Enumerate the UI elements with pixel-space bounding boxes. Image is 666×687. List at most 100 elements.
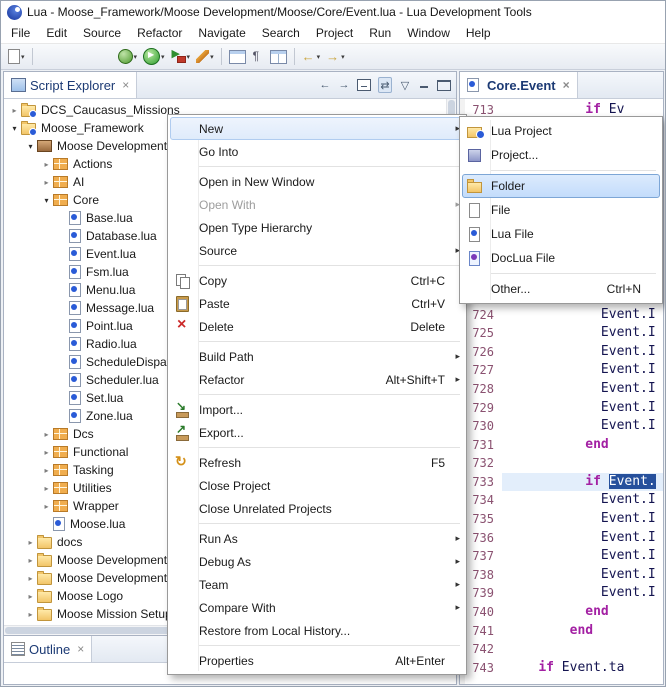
- tab-outline[interactable]: Outline ×: [4, 636, 92, 662]
- annotation-button[interactable]: ▾: [194, 46, 216, 67]
- menu-window[interactable]: Window: [399, 24, 458, 42]
- menu-item-source[interactable]: Source▸: [170, 239, 464, 262]
- tab-core-event[interactable]: Core.Event ×: [460, 72, 578, 98]
- submenu-item-lua-file[interactable]: Lua File: [462, 222, 660, 246]
- menu-item-import[interactable]: Import...: [170, 398, 464, 421]
- menu-item-close-unrelated-projects[interactable]: Close Unrelated Projects: [170, 497, 464, 520]
- menu-item-open-type-hierarchy[interactable]: Open Type Hierarchy: [170, 216, 464, 239]
- code-text: if Event.: [502, 473, 663, 492]
- menubar: FileEditSourceRefactorNavigateSearchProj…: [1, 23, 665, 44]
- new-document-button[interactable]: ▾: [6, 46, 27, 67]
- menu-item-copy[interactable]: CopyCtrl+C: [170, 269, 464, 292]
- expand-arrow-icon[interactable]: ▸: [24, 556, 37, 565]
- close-icon[interactable]: ×: [122, 78, 129, 92]
- expand-arrow-icon[interactable]: ▸: [24, 610, 37, 619]
- menu-separator: [199, 265, 460, 266]
- forward-arrow-button[interactable]: ▾: [324, 46, 347, 67]
- expand-arrow-icon[interactable]: ▸: [40, 430, 53, 439]
- grid-button[interactable]: [268, 46, 289, 67]
- menu-item-open-in-new-window[interactable]: Open in New Window: [170, 170, 464, 193]
- table-button[interactable]: [227, 46, 248, 67]
- menu-item-refactor[interactable]: RefactorAlt+Shift+T▸: [170, 368, 464, 391]
- link-with-editor-icon[interactable]: ⇄: [378, 77, 392, 93]
- menu-icon-slot: [173, 120, 193, 138]
- submenu-item-lua-project[interactable]: Lua Project: [462, 119, 660, 143]
- expand-arrow-icon[interactable]: ▸: [24, 574, 37, 583]
- menu-help[interactable]: Help: [458, 24, 499, 42]
- menu-item-team[interactable]: Team▸: [170, 573, 464, 596]
- submenu-item-folder[interactable]: Folder: [462, 174, 660, 198]
- run-button[interactable]: ▾: [141, 46, 167, 67]
- new-submenu: Lua Project Project... FolderFileLua FileD…: [459, 116, 663, 304]
- code-line: 731 end: [460, 436, 663, 455]
- editor-tabbar: Core.Event ×: [460, 72, 663, 99]
- collapse-arrow-icon[interactable]: ▾: [24, 142, 37, 151]
- code-line: 725 Event.I: [460, 324, 663, 343]
- paragraph-marks-button[interactable]: [250, 46, 266, 67]
- expand-arrow-icon[interactable]: ▸: [40, 160, 53, 169]
- menu-search[interactable]: Search: [254, 24, 308, 42]
- tab-script-explorer[interactable]: Script Explorer ×: [4, 72, 137, 98]
- menu-item-go-into[interactable]: Go Into: [170, 140, 464, 163]
- code-line: 736 Event.I: [460, 529, 663, 548]
- menu-icon-slot: [173, 576, 193, 594]
- external-tools-button[interactable]: ▾: [169, 46, 193, 67]
- submenu-item-doclua-file[interactable]: DocLua File: [462, 246, 660, 270]
- menu-item-export[interactable]: Export...: [170, 421, 464, 444]
- paste-icon: [173, 295, 193, 313]
- menu-project[interactable]: Project: [308, 24, 361, 42]
- expand-arrow-icon[interactable]: ▸: [40, 178, 53, 187]
- package-icon: [53, 464, 68, 476]
- expand-arrow-icon[interactable]: ▸: [24, 592, 37, 601]
- submenu-item-file[interactable]: File: [462, 198, 660, 222]
- expand-arrow-icon[interactable]: ▸: [24, 538, 37, 547]
- menu-item-label: Copy: [199, 274, 411, 288]
- collapse-arrow-icon[interactable]: ▾: [40, 196, 53, 205]
- menu-item-label: Import...: [199, 403, 461, 417]
- expand-arrow-icon[interactable]: ▸: [40, 502, 53, 511]
- debug-button[interactable]: ▾: [116, 46, 140, 67]
- menu-item-debug-as[interactable]: Debug As▸: [170, 550, 464, 573]
- close-icon[interactable]: ×: [563, 78, 570, 92]
- expand-arrow-icon[interactable]: ▸: [40, 466, 53, 475]
- menu-item-restore-from-local-history[interactable]: Restore from Local History...: [170, 619, 464, 642]
- menu-item-refresh[interactable]: RefreshF5: [170, 451, 464, 474]
- menu-item-label: Refactor: [199, 373, 386, 387]
- menu-navigate[interactable]: Navigate: [190, 24, 253, 42]
- back-icon[interactable]: ←: [319, 78, 331, 92]
- menu-source[interactable]: Source: [75, 24, 129, 42]
- submenu-item-project[interactable]: Project...: [462, 143, 660, 167]
- menu-edit[interactable]: Edit: [38, 24, 75, 42]
- menu-file[interactable]: File: [3, 24, 38, 42]
- menu-item-compare-with[interactable]: Compare With▸: [170, 596, 464, 619]
- menu-item-label: Lua Project: [491, 124, 657, 138]
- back-arrow-button[interactable]: ▾: [300, 46, 323, 67]
- menu-separator: [491, 273, 656, 274]
- menu-item-run-as[interactable]: Run As▸: [170, 527, 464, 550]
- menu-run[interactable]: Run: [361, 24, 399, 42]
- forward-icon[interactable]: →: [338, 78, 350, 92]
- menu-item-properties[interactable]: PropertiesAlt+Enter: [170, 649, 464, 672]
- maximize-icon[interactable]: [437, 80, 451, 91]
- menu-item-build-path[interactable]: Build Path▸: [170, 345, 464, 368]
- menu-item-new[interactable]: New▸: [170, 117, 464, 140]
- collapse-arrow-icon[interactable]: ▾: [8, 124, 21, 133]
- menu-shortcut: F5: [431, 456, 445, 470]
- menu-item-paste[interactable]: PasteCtrl+V: [170, 292, 464, 315]
- collapse-all-icon[interactable]: [357, 79, 371, 91]
- view-menu-icon[interactable]: ▽: [399, 78, 411, 92]
- script-explorer-icon: [11, 78, 26, 92]
- menu-item-open-with[interactable]: Open With▸: [170, 193, 464, 216]
- menu-item-label: Compare With: [199, 601, 461, 615]
- code-line: 741 end: [460, 622, 663, 641]
- menu-item-delete[interactable]: DeleteDelete: [170, 315, 464, 338]
- expand-arrow-icon[interactable]: ▸: [8, 106, 21, 115]
- menu-item-close-project[interactable]: Close Project: [170, 474, 464, 497]
- code-text: Event.I: [502, 566, 663, 585]
- submenu-item-other[interactable]: Other...Ctrl+N: [462, 277, 660, 301]
- menu-refactor[interactable]: Refactor: [129, 24, 190, 42]
- expand-arrow-icon[interactable]: ▸: [40, 484, 53, 493]
- minimize-icon[interactable]: [418, 81, 430, 90]
- close-icon[interactable]: ×: [77, 642, 84, 656]
- expand-arrow-icon[interactable]: ▸: [40, 448, 53, 457]
